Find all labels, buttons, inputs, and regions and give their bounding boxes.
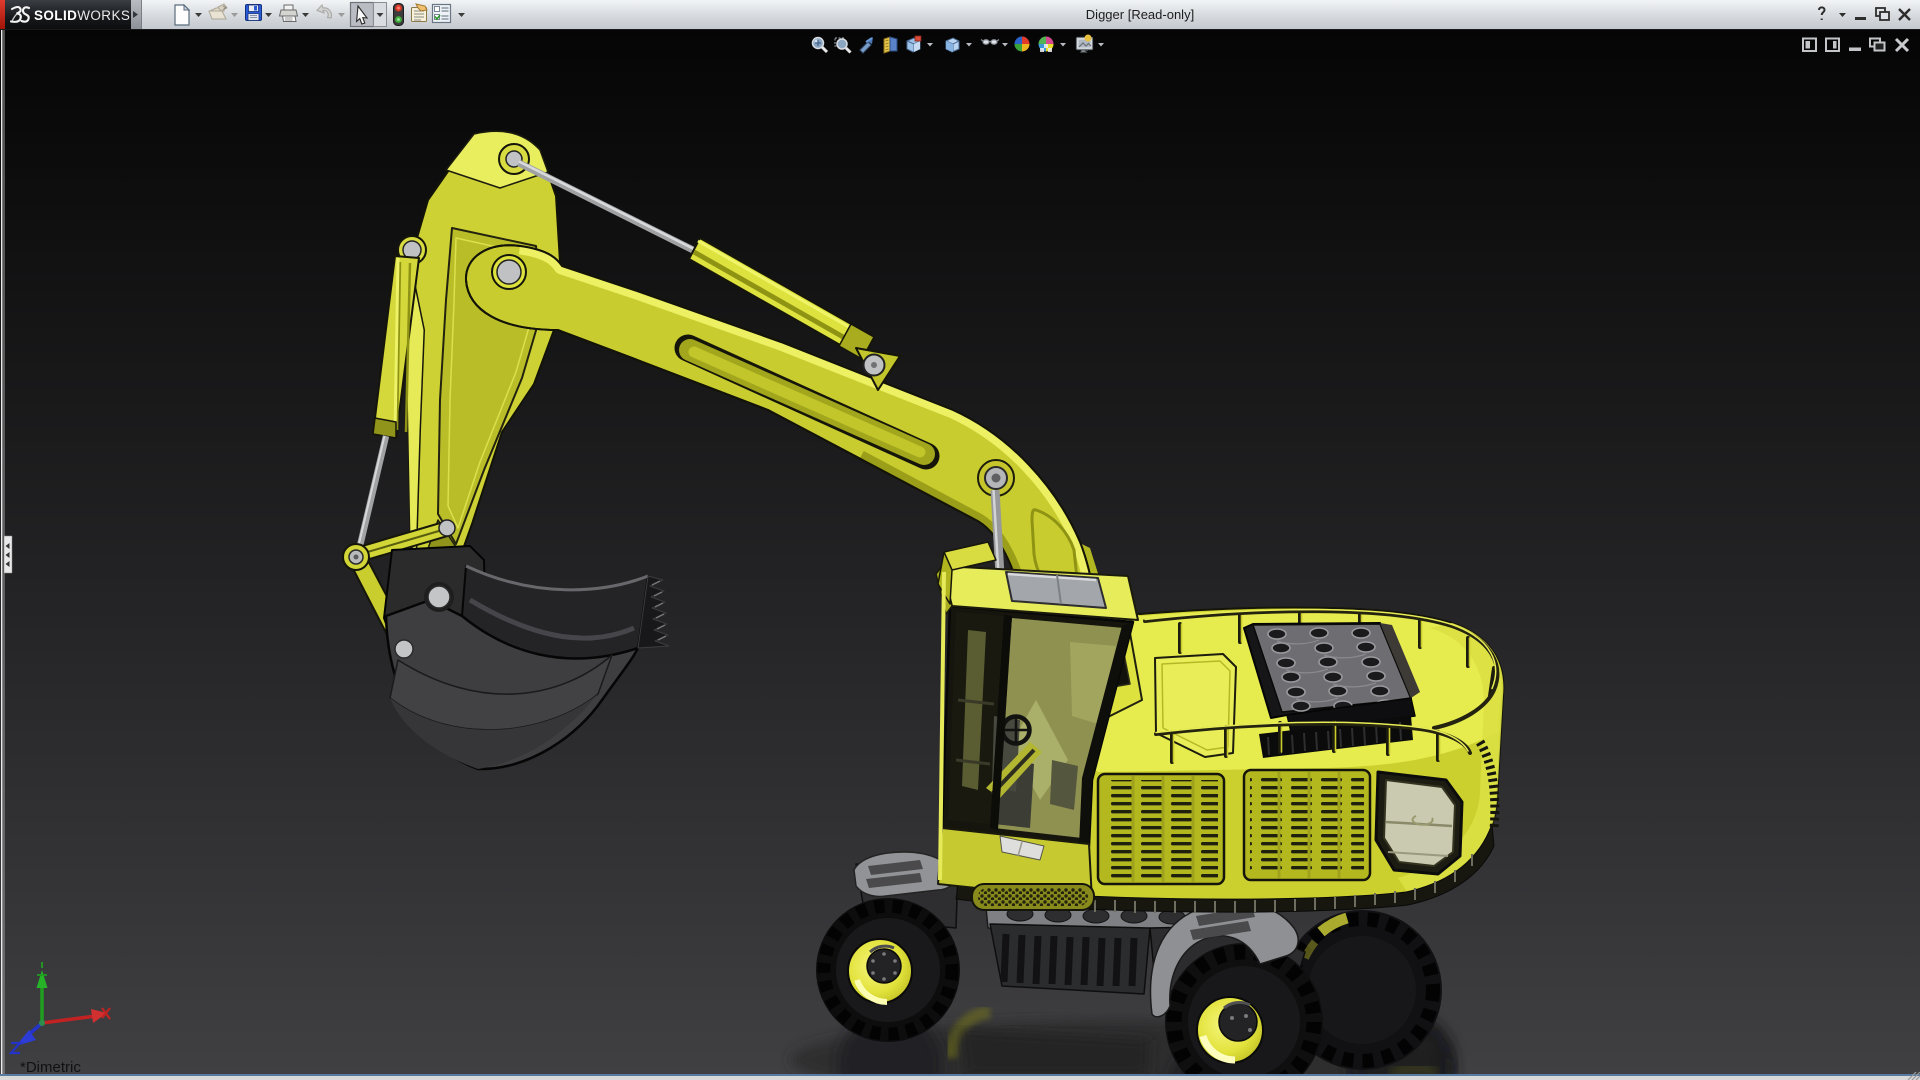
svg-text:SOLIDWORKS: SOLIDWORKS [34,8,130,23]
